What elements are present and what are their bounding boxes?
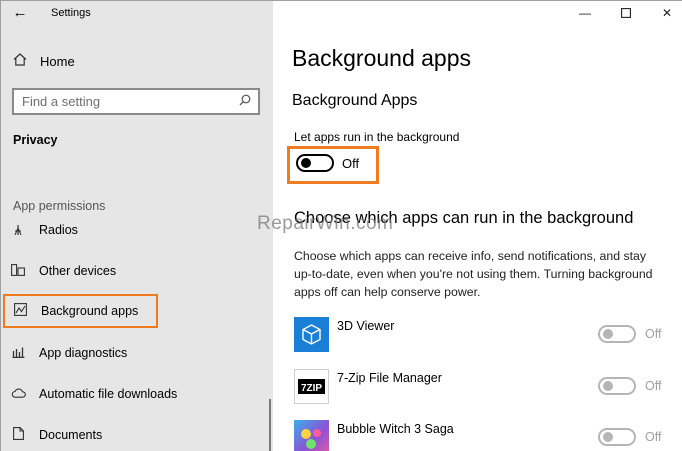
subheading: Background Apps [292, 92, 418, 109]
sidebar-item-app-diagnostics[interactable]: App diagnostics [9, 338, 259, 368]
title-bar: ← Settings [1, 1, 273, 27]
search-input[interactable] [22, 93, 232, 110]
sidebar-item-label: Documents [39, 428, 103, 442]
background-apps-toggle[interactable] [296, 154, 334, 172]
app-row-3d-viewer: 3D Viewer Off [294, 317, 674, 353]
app-toggle-state: Off [645, 430, 662, 444]
sidebar: ← Settings Home Privacy App permissions … [1, 1, 273, 451]
section-heading: Privacy [13, 133, 58, 147]
search-box[interactable] [12, 88, 260, 115]
app-toggle-state: Off [645, 327, 662, 341]
background-apps-icon [11, 303, 29, 319]
sidebar-item-automatic-file-downloads[interactable]: Automatic file downloads [9, 379, 259, 409]
sidebar-item-other-devices[interactable]: Other devices [9, 256, 259, 286]
app-toggle[interactable] [598, 377, 636, 395]
search-icon[interactable] [239, 94, 251, 109]
app-row-7zip: 7ZIP 7-Zip File Manager Off [294, 369, 674, 405]
bubble-witch-icon [294, 420, 329, 451]
sidebar-item-background-apps[interactable]: Background apps [3, 294, 158, 328]
app-name: 7-Zip File Manager [337, 371, 442, 385]
app-row-bubble-witch: Bubble Witch 3 Saga Off [294, 420, 674, 451]
minimize-icon[interactable]: — [570, 3, 600, 23]
settings-window: ← Settings Home Privacy App permissions … [0, 0, 682, 451]
home-icon [11, 53, 29, 69]
page-title: Background apps [292, 45, 472, 71]
toggle-knob [603, 381, 613, 391]
toggle-knob [603, 432, 613, 442]
close-icon[interactable]: ✕ [652, 3, 682, 23]
app-name: Bubble Witch 3 Saga [337, 422, 454, 436]
cloud-icon [9, 387, 27, 401]
back-arrow-icon[interactable]: ← [9, 4, 31, 22]
toggle-knob [301, 158, 311, 168]
sidebar-item-label: App diagnostics [39, 346, 128, 360]
sidebar-item-label: Background apps [41, 304, 139, 318]
app-toggle-state: Off [645, 379, 662, 393]
sidebar-item-documents[interactable]: Documents [9, 420, 259, 450]
sidebar-scrollbar[interactable] [269, 399, 271, 451]
diagnostics-icon [9, 346, 27, 361]
toggle-state-label: Off [342, 156, 360, 171]
sidebar-item-label: Radios [39, 223, 78, 237]
group-heading: App permissions [13, 199, 106, 213]
app-name: 3D Viewer [337, 319, 395, 333]
maximize-icon[interactable] [611, 3, 641, 23]
main-content: — ✕ Background apps Background Apps Let … [257, 1, 682, 451]
sidebar-item-radios[interactable]: Radios [9, 215, 259, 245]
app-toggle[interactable] [598, 325, 636, 343]
sidebar-item-label: Automatic file downloads [39, 387, 178, 401]
radio-icon [9, 223, 27, 238]
setting-label: Let apps run in the background [294, 130, 460, 144]
home-label: Home [40, 53, 75, 69]
watermark: RepairWin.com [257, 213, 394, 234]
document-icon [9, 427, 27, 443]
home-nav-item[interactable]: Home [11, 51, 75, 71]
3d-viewer-icon [294, 317, 329, 352]
7zip-icon-text: 7ZIP [301, 383, 322, 394]
description-text: Choose which apps can receive info, send… [294, 249, 653, 299]
toggle-knob [603, 329, 613, 339]
7zip-icon: 7ZIP [294, 369, 329, 404]
sidebar-item-label: Other devices [39, 264, 117, 278]
app-toggle[interactable] [598, 428, 636, 446]
window-title: Settings [51, 7, 91, 19]
devices-icon [9, 263, 27, 279]
